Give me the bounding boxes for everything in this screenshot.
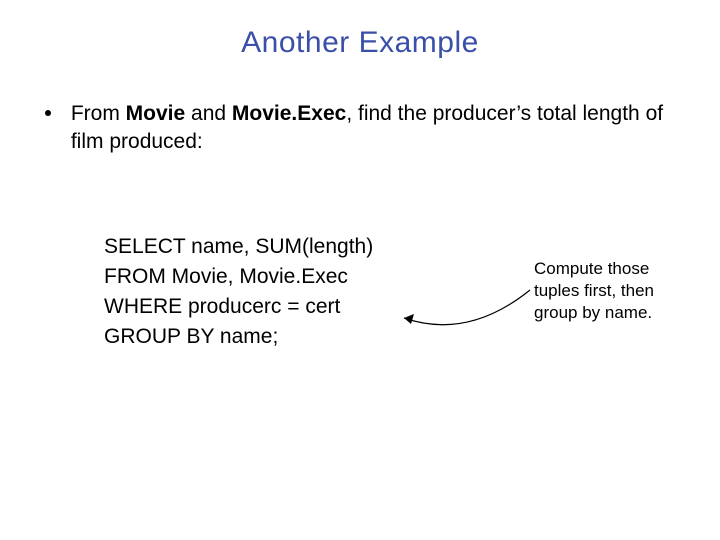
bullet-movieexec: Movie.Exec bbox=[232, 102, 346, 125]
slide: Another Example From Movie and Movie.Exe… bbox=[0, 0, 720, 540]
sql-block: SELECT name, SUM(length) FROM Movie, Mov… bbox=[104, 232, 388, 352]
bullet-dot-icon bbox=[45, 110, 51, 116]
bullet-item: From Movie and Movie.Exec, find the prod… bbox=[45, 100, 685, 157]
bullet-text: From Movie and Movie.Exec, find the prod… bbox=[71, 100, 671, 157]
bullet-movie: Movie bbox=[126, 102, 186, 125]
sql-line-2: FROM Movie, Movie.Exec bbox=[104, 262, 388, 292]
sql-line-4: GROUP BY name; bbox=[104, 322, 388, 352]
bullet-prefix: From bbox=[71, 102, 126, 125]
sql-line-3: WHERE producerc = cert bbox=[104, 292, 388, 322]
annotation-note: Compute those tuples first, then group b… bbox=[534, 258, 664, 324]
bullet-and: and bbox=[185, 102, 232, 125]
slide-title: Another Example bbox=[0, 26, 720, 60]
sql-line-1: SELECT name, SUM(length) bbox=[104, 232, 388, 262]
arrow-icon bbox=[398, 290, 533, 350]
